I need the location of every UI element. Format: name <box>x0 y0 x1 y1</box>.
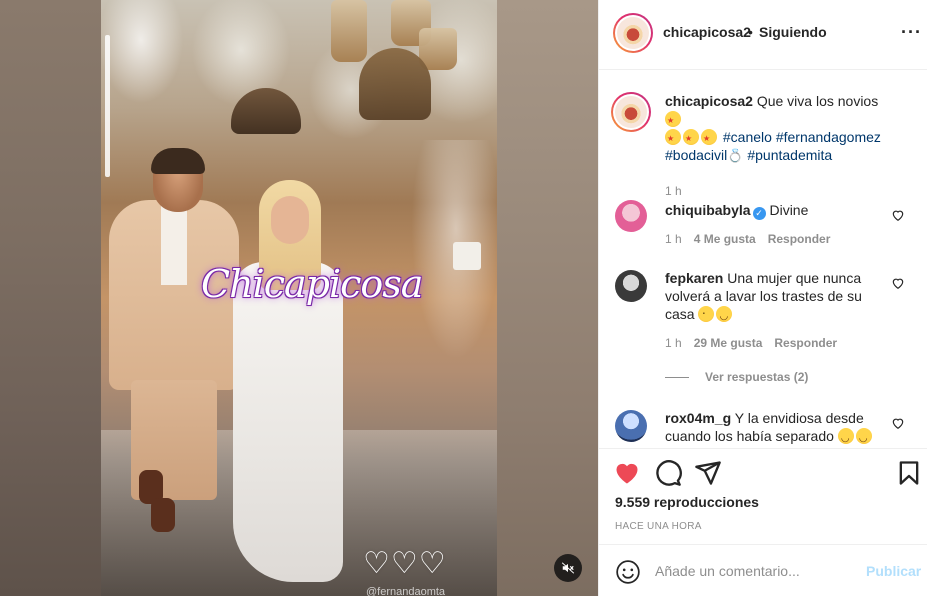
post-panel: chicapicosa2 • Siguiendo ··· chicapicosa… <box>598 0 927 596</box>
publish-button[interactable]: Publicar <box>866 563 921 579</box>
video-blur-right <box>497 0 598 596</box>
comment-username[interactable]: chiquibabyla <box>665 202 751 218</box>
comment-likes[interactable]: 29 Me gusta <box>694 336 763 350</box>
avatar[interactable] <box>611 92 651 132</box>
comment-username[interactable]: fepkaren <box>665 270 723 286</box>
groom-shoe <box>151 498 175 532</box>
avatar[interactable] <box>615 200 647 232</box>
comment-text: chiquibabyla ✓ Divine <box>665 201 890 220</box>
speaker-muted-icon <box>561 562 575 574</box>
view-replies-label: Ver respuestas (2) <box>705 370 809 384</box>
worried-emoji <box>698 303 715 322</box>
star-eyes-emoji <box>665 111 681 130</box>
post-actions: 9.559 reproducciones HACE UNA HORA <box>599 448 927 544</box>
verified-badge-icon: ✓ <box>752 207 766 220</box>
hashtag-link[interactable]: #bodacivil <box>665 147 727 163</box>
caption-body: Que viva los novios <box>756 93 879 109</box>
groom-hair <box>151 148 205 174</box>
video-blur-left <box>0 0 101 596</box>
hashtag-link[interactable]: #fernandagomez <box>776 129 881 145</box>
video-frame[interactable]: Chicapicosa ♡♡♡ @fernandaomta <box>101 0 497 596</box>
bride-face <box>271 196 309 244</box>
caption-username[interactable]: chicapicosa2 <box>665 93 753 109</box>
hearts-sticker: ♡♡♡ <box>363 547 447 580</box>
comment-like-icon[interactable] <box>891 276 905 290</box>
lamp <box>331 0 367 62</box>
comment-like-icon[interactable] <box>891 416 905 430</box>
candle <box>453 242 481 270</box>
more-options-icon[interactable]: ··· <box>901 23 922 41</box>
lamp <box>359 48 431 120</box>
replies-divider <box>665 376 689 378</box>
emoji-smile-icon[interactable] <box>615 559 641 585</box>
bride-dress <box>233 262 343 582</box>
comment-text: fepkaren Una mujer que nunca volverá a l… <box>665 269 890 326</box>
comments-list[interactable]: chicapicosa2 Que viva los novios #canelo… <box>599 70 927 448</box>
comment-bubble-icon[interactable] <box>654 459 682 487</box>
comment-body: Divine <box>769 202 809 218</box>
comment-text: rox04m_g Y la envidiosa desde cuando los… <box>665 409 890 448</box>
star-eyes-emoji <box>683 129 699 148</box>
separator-dot: • <box>748 24 753 40</box>
laughing-emoji <box>716 306 733 326</box>
mute-button[interactable] <box>554 554 582 582</box>
like-heart-icon[interactable] <box>613 459 641 487</box>
avatar[interactable] <box>615 270 647 302</box>
avatar[interactable] <box>613 13 653 53</box>
reply-button[interactable]: Responder <box>774 336 837 350</box>
views-count[interactable]: 9.559 reproducciones <box>615 494 759 510</box>
post-media[interactable]: Chicapicosa ♡♡♡ @fernandaomta <box>0 0 598 596</box>
post-timestamp[interactable]: HACE UNA HORA <box>615 521 702 532</box>
comment-time: 1 h <box>665 336 682 350</box>
star-eyes-emoji <box>665 129 681 148</box>
hashtag-link[interactable]: #puntademita <box>747 147 832 163</box>
share-plane-icon[interactable] <box>694 459 722 487</box>
reply-button[interactable]: Responder <box>768 232 831 246</box>
caption-time: 1 h <box>665 184 682 198</box>
view-replies-button[interactable]: Ver respuestas (2) <box>665 370 808 384</box>
laughing-emoji <box>837 428 854 448</box>
ring-emoji: 💍 <box>727 148 744 163</box>
comment-username[interactable]: rox04m_g <box>665 410 731 426</box>
comment-like-icon[interactable] <box>891 208 905 222</box>
caption-text: chicapicosa2 Que viva los novios #canelo… <box>665 92 890 165</box>
laughing-emoji <box>855 428 872 448</box>
comment-meta: 1 h 29 Me gusta Responder <box>665 336 837 350</box>
save-bookmark-icon[interactable] <box>895 459 923 487</box>
comment-input[interactable] <box>655 561 855 581</box>
hashtag-link[interactable]: #canelo <box>723 129 772 145</box>
comment-time: 1 h <box>665 232 682 246</box>
story-progress-bar <box>105 35 110 177</box>
avatar[interactable] <box>615 410 647 442</box>
post-header: chicapicosa2 • Siguiendo ··· <box>599 0 927 70</box>
follow-status-button[interactable]: Siguiendo <box>759 24 827 40</box>
comment-meta: 1 h 4 Me gusta Responder <box>665 232 830 246</box>
groom-shirt <box>161 205 187 285</box>
comment-likes[interactable]: 4 Me gusta <box>694 232 756 246</box>
video-watermark: Chicapicosa <box>201 262 423 306</box>
post-username[interactable]: chicapicosa2 <box>663 24 751 40</box>
star-eyes-emoji <box>701 129 717 148</box>
comment-composer: Publicar <box>599 544 927 596</box>
video-credit: @fernandaomta <box>366 586 446 596</box>
